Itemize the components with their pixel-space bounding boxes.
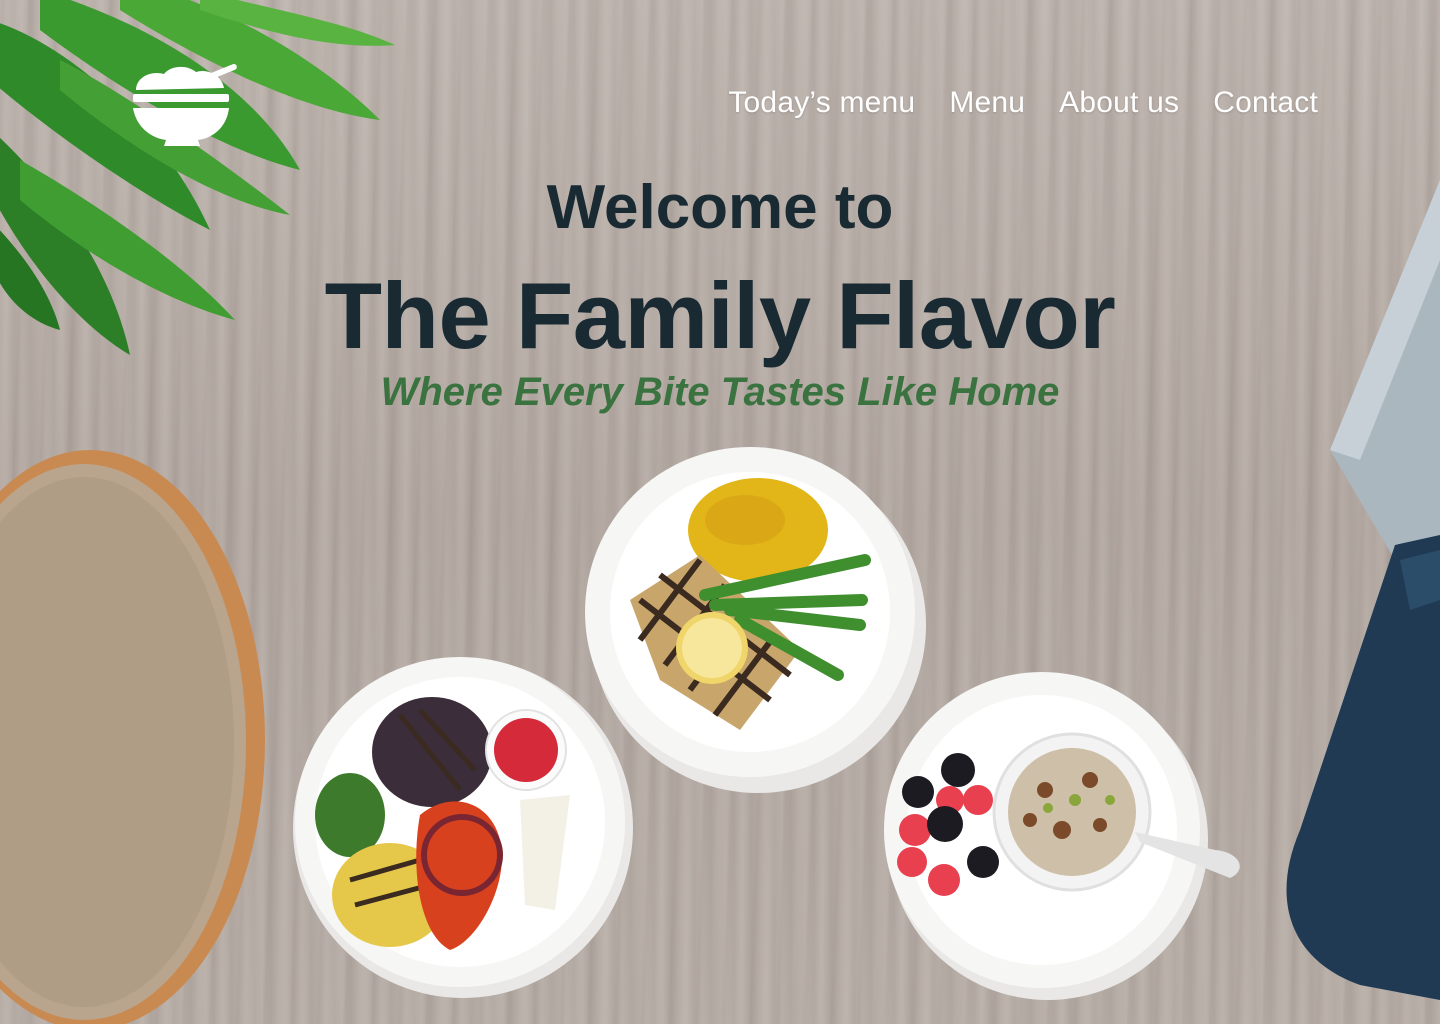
nav-about-us[interactable]: About us xyxy=(1059,86,1179,120)
oatmeal-berries-plate xyxy=(884,672,1240,1000)
grilled-tofu-plate xyxy=(585,447,926,793)
grilled-vegetable-plate xyxy=(293,657,633,998)
hero-welcome: Welcome to xyxy=(546,173,894,242)
logo[interactable] xyxy=(130,60,240,150)
nav-todays-menu[interactable]: Today’s menu xyxy=(728,86,915,120)
nav-contact[interactable]: Contact xyxy=(1213,86,1318,120)
food-scene xyxy=(0,0,1440,1024)
hero-title: The Family Flavor xyxy=(324,263,1116,368)
nav-menu[interactable]: Menu xyxy=(949,86,1025,120)
hero-tagline: Where Every Bite Tastes Like Home xyxy=(380,370,1060,414)
main-nav: Today’s menu Menu About us Contact xyxy=(728,86,1318,120)
bread-decoration xyxy=(0,450,265,1024)
bowl-icon xyxy=(133,64,237,146)
